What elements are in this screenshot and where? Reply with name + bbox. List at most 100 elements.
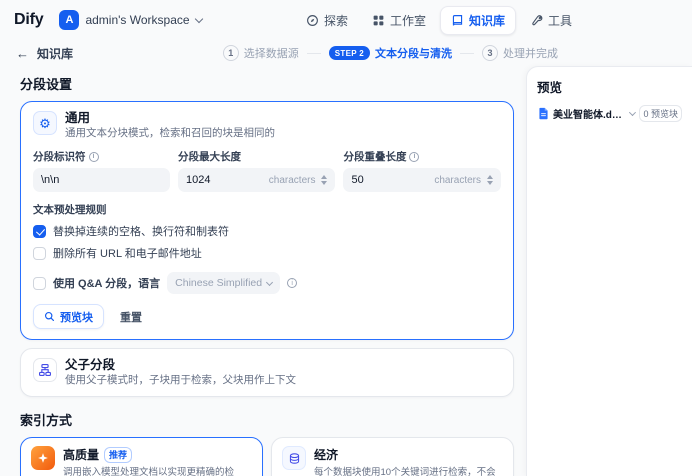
nav-item-label: 工作室 — [390, 12, 426, 29]
wrench-icon — [530, 14, 543, 27]
step-2-text-segmentation: STEP 2 文本分段与清洗 — [329, 45, 452, 61]
max-length-stepper[interactable] — [321, 175, 327, 185]
wizard-steps: 1 选择数据源 STEP 2 文本分段与清洗 3 处理并完成 — [223, 45, 558, 61]
dify-logo: Dify — [14, 11, 43, 29]
step-1-label: 选择数据源 — [244, 45, 299, 61]
overlap-label: 分段重叠长度 — [343, 149, 406, 164]
section-title-segmentation: 分段设置 — [20, 74, 514, 93]
preview-title: 预览 — [537, 77, 682, 96]
gear-icon: ⚙ — [33, 111, 57, 135]
preview-file-selector[interactable]: 美业智能体.docx 0 预览块 — [537, 105, 682, 122]
qa-language-select[interactable]: Chinese Simplified — [167, 272, 280, 294]
workspace-switcher[interactable]: A admin's Workspace — [59, 10, 201, 30]
step-2-badge: STEP 2 — [329, 46, 370, 60]
chevron-down-icon — [194, 14, 202, 22]
step-3-process-complete: 3 处理并完成 — [482, 45, 558, 61]
preview-chunk-count-badge: 0 预览块 — [639, 105, 682, 122]
high-quality-text: 高质量 推荐 调用嵌入模型处理文档以实现更精确的检索，可以帮助LLM生成高质量的… — [63, 446, 252, 476]
docx-file-icon — [537, 107, 550, 120]
magnifier-icon — [44, 311, 55, 322]
high-quality-desc: 调用嵌入模型处理文档以实现更精确的检索，可以帮助LLM生成高质量的答案。 — [63, 466, 252, 476]
rule-replace-label: 替换掉连续的空格、换行符和制表符 — [53, 223, 229, 239]
workspace-avatar: A — [59, 10, 79, 30]
preview-chunks-label: 预览块 — [60, 309, 93, 325]
info-icon[interactable] — [409, 152, 419, 162]
preprocess-rules-title: 文本预处理规则 — [33, 202, 501, 217]
step-1-number: 1 — [223, 45, 239, 61]
delimiter-label: 分段标识符 — [33, 149, 86, 164]
back-to-knowledge[interactable]: ← 知识库 — [16, 45, 73, 62]
settings-column: 分段设置 ⚙ 通用 通用文本分块模式，检索和召回的块是相同的 分段标识符 — [0, 66, 526, 476]
nav-item-label: 工具 — [548, 12, 572, 29]
chevron-down-icon — [266, 278, 273, 285]
chunk-actions: 预览块 重置 — [33, 304, 501, 329]
content-area: 分段设置 ⚙ 通用 通用文本分块模式，检索和召回的块是相同的 分段标识符 — [0, 66, 692, 476]
section-title-index-method: 索引方式 — [20, 410, 514, 429]
general-chunk-card[interactable]: ⚙ 通用 通用文本分块模式，检索和召回的块是相同的 分段标识符 — [20, 101, 514, 340]
rule-remove-urls-label: 删除所有 URL 和电子邮件地址 — [53, 245, 202, 261]
nav-item-label: 探索 — [324, 12, 348, 29]
overlap-stepper[interactable] — [487, 175, 493, 185]
step-separator — [307, 53, 321, 54]
parent-child-text: 父子分段 使用父子模式时，子块用于检索，父块用作上下文 — [65, 358, 296, 387]
chunk-fields: 分段标识符 分段最大长度 characters — [33, 149, 501, 192]
field-delimiter: 分段标识符 — [33, 149, 170, 192]
economical-card[interactable]: 经济 每个数据块使用10个关键词进行检索，不会消耗任何tokens，但会以降低检… — [271, 437, 514, 476]
nav-item-explore[interactable]: 探索 — [296, 6, 358, 35]
sparkle-icon — [31, 446, 55, 470]
field-overlap: 分段重叠长度 characters — [343, 149, 501, 192]
compass-icon — [306, 14, 319, 27]
recommended-badge: 推荐 — [104, 447, 132, 463]
economical-text: 经济 每个数据块使用10个关键词进行检索，不会消耗任何tokens，但会以降低检… — [314, 446, 503, 476]
parent-child-chunk-card[interactable]: 父子分段 使用父子模式时，子块用于检索，父块用作上下文 — [20, 348, 514, 397]
max-length-unit: characters — [269, 175, 316, 186]
parent-child-desc: 使用父子模式时，子块用于检索，父块用作上下文 — [65, 374, 296, 387]
preview-chunks-button[interactable]: 预览块 — [33, 304, 104, 329]
qa-segmentation-row: 使用 Q&A 分段，语言 Chinese Simplified — [33, 272, 501, 294]
checkbox-unchecked-icon[interactable] — [33, 247, 46, 260]
economical-title: 经济 — [314, 446, 338, 463]
general-card-header: ⚙ 通用 通用文本分块模式，检索和召回的块是相同的 — [33, 111, 501, 140]
field-max-length: 分段最大长度 characters — [178, 149, 336, 192]
back-label: 知识库 — [37, 45, 73, 62]
top-navbar: Dify A admin's Workspace 探索 工作室 知识库 工具 — [0, 0, 692, 40]
parent-child-title: 父子分段 — [65, 358, 296, 373]
economical-desc: 每个数据块使用10个关键词进行检索，不会消耗任何tokens，但会以降低检索准确… — [314, 466, 503, 476]
workspace-name: admin's Workspace — [85, 13, 189, 27]
step-3-label: 处理并完成 — [503, 45, 558, 61]
delimiter-input[interactable] — [41, 174, 162, 186]
step-separator — [460, 53, 474, 54]
high-quality-card[interactable]: 高质量 推荐 调用嵌入模型处理文档以实现更精确的检索，可以帮助LLM生成高质量的… — [20, 437, 263, 476]
checkbox-checked-icon[interactable] — [33, 225, 46, 238]
qa-checkbox[interactable] — [33, 277, 46, 290]
general-card-title: 通用 — [65, 111, 275, 126]
sub-header: ← 知识库 1 选择数据源 STEP 2 文本分段与清洗 3 处理并完成 — [0, 40, 692, 66]
info-icon[interactable] — [287, 278, 297, 288]
nav-item-label: 知识库 — [469, 12, 505, 29]
info-icon[interactable] — [89, 152, 99, 162]
rule-replace-whitespace[interactable]: 替换掉连续的空格、换行符和制表符 — [33, 223, 501, 239]
nav-item-studio[interactable]: 工作室 — [362, 6, 436, 35]
parent-child-icon — [33, 358, 57, 382]
reset-button[interactable]: 重置 — [110, 304, 152, 329]
nav-item-tools[interactable]: 工具 — [520, 6, 582, 35]
high-quality-title: 高质量 — [63, 446, 99, 463]
reset-label: 重置 — [120, 309, 142, 325]
apps-grid-icon — [372, 14, 385, 27]
step-3-number: 3 — [482, 45, 498, 61]
coins-icon — [282, 446, 306, 470]
step-2-label: 文本分段与清洗 — [375, 45, 452, 61]
nav-item-knowledge[interactable]: 知识库 — [440, 6, 516, 35]
max-length-input[interactable] — [186, 174, 265, 186]
overlap-unit: characters — [434, 175, 481, 186]
preview-panel: 预览 美业智能体.docx 0 预览块 — [526, 66, 692, 476]
overlap-input[interactable] — [351, 174, 430, 186]
preview-file-name: 美业智能体.docx — [553, 106, 627, 121]
general-card-desc: 通用文本分块模式，检索和召回的块是相同的 — [65, 127, 275, 140]
book-icon — [451, 14, 464, 27]
qa-language-value: Chinese Simplified — [175, 277, 262, 289]
index-method-options: 高质量 推荐 调用嵌入模型处理文档以实现更精确的检索，可以帮助LLM生成高质量的… — [20, 437, 514, 476]
max-length-label: 分段最大长度 — [178, 149, 241, 164]
chevron-down-icon — [629, 109, 636, 116]
rule-remove-urls[interactable]: 删除所有 URL 和电子邮件地址 — [33, 245, 501, 261]
